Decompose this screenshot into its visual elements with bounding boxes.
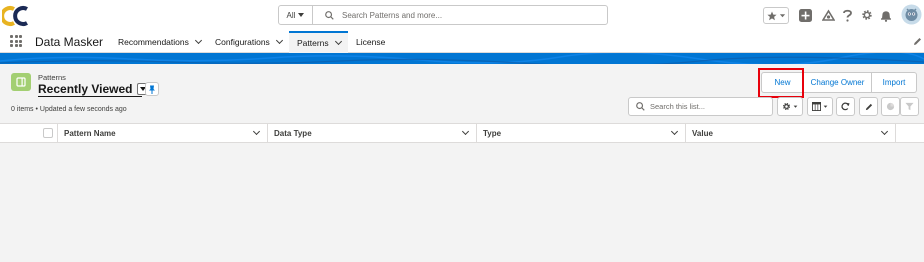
list-view-name: Recently Viewed — [38, 82, 133, 96]
notifications-button[interactable] — [879, 7, 892, 23]
pin-icon — [149, 85, 155, 94]
user-avatar[interactable] — [901, 4, 922, 25]
chevron-down-icon[interactable] — [461, 127, 470, 136]
setup-button[interactable] — [860, 7, 873, 23]
table-header: Pattern Name Data Type Type Value — [0, 123, 924, 143]
global-search-input[interactable]: Search Patterns and more... — [342, 11, 442, 20]
list-actions: New Change Owner Import — [761, 72, 917, 93]
filter-button[interactable] — [900, 97, 919, 116]
search-icon — [636, 102, 645, 111]
display-as-button[interactable] — [807, 97, 833, 116]
refresh-button[interactable] — [836, 97, 855, 116]
charts-button[interactable] — [881, 97, 900, 116]
row-number-header — [0, 124, 37, 143]
trailhead-icon — [821, 8, 835, 21]
chevron-down-icon[interactable] — [670, 127, 679, 136]
favorites-button[interactable] — [763, 7, 789, 24]
column-label: Value — [692, 129, 713, 138]
global-actions-button[interactable] — [798, 7, 812, 23]
new-button[interactable]: New — [761, 72, 804, 93]
nav-item-label: Patterns — [297, 38, 329, 48]
chevron-down-icon — [823, 105, 828, 108]
column-label: Type — [483, 129, 502, 138]
brand-band — [0, 53, 924, 64]
help-button[interactable] — [841, 7, 853, 23]
list-search-placeholder: Search this list... — [650, 102, 706, 111]
list-search-input[interactable]: Search this list... — [628, 97, 773, 116]
object-label: Patterns — [38, 73, 66, 82]
plus-icon — [798, 8, 812, 22]
trailhead-button[interactable] — [821, 7, 835, 23]
list-settings-button[interactable] — [777, 97, 803, 116]
column-label: Data Type — [274, 129, 312, 138]
nav-item-label: Recommendations — [118, 37, 189, 47]
global-search[interactable]: All Search Patterns and more... — [278, 5, 608, 25]
chevron-down-icon[interactable] — [194, 36, 202, 45]
nav-item-recommendations[interactable]: Recommendations — [118, 31, 202, 53]
pattern-object-icon — [11, 73, 31, 91]
star-icon — [766, 11, 777, 20]
gear-icon — [782, 102, 791, 111]
edit-nav-icon[interactable] — [913, 37, 922, 46]
refresh-icon — [841, 102, 850, 111]
inline-edit-button[interactable] — [859, 97, 878, 116]
pencil-icon — [865, 103, 872, 110]
avatar-icon — [901, 4, 922, 25]
search-icon — [325, 10, 334, 20]
chevron-down-icon[interactable] — [334, 37, 342, 46]
bell-icon — [880, 10, 891, 22]
nav-item-patterns[interactable]: Patterns — [289, 31, 348, 53]
chevron-down-icon[interactable] — [880, 127, 889, 136]
column-header-value[interactable]: Value — [686, 124, 896, 143]
gear-icon — [861, 10, 872, 20]
column-header-pattern-name[interactable]: Pattern Name — [57, 124, 268, 143]
title-underline — [38, 96, 142, 97]
brand-band-pattern — [0, 53, 924, 64]
nav-item-label: License — [356, 37, 386, 47]
change-owner-button[interactable]: Change Owner — [804, 72, 872, 93]
caret-down-icon — [298, 13, 305, 17]
nav-item-label: Configurations — [215, 37, 270, 47]
import-button[interactable]: Import — [872, 72, 917, 93]
filter-icon — [905, 102, 914, 111]
nav-item-configurations[interactable]: Configurations — [215, 31, 283, 53]
search-scope-dropdown[interactable]: All — [279, 6, 313, 24]
chart-icon — [886, 102, 895, 111]
list-view-header: Patterns Recently Viewed 0 items • Updat… — [0, 64, 924, 122]
table-body-empty — [0, 143, 924, 262]
global-header: All Search Patterns and more... — [0, 0, 924, 31]
pin-list-view-button[interactable] — [145, 82, 159, 96]
search-scope-label: All — [286, 10, 296, 20]
help-icon — [842, 9, 852, 22]
column-label: Pattern Name — [64, 129, 116, 138]
app-name: Data Masker — [35, 35, 104, 49]
column-header-data-type[interactable]: Data Type — [268, 124, 477, 143]
column-header-type[interactable]: Type — [477, 124, 686, 143]
list-view-selector[interactable]: Recently Viewed — [38, 82, 149, 96]
chevron-down-icon — [779, 14, 785, 18]
app-logo — [2, 6, 28, 26]
table-icon — [812, 102, 821, 111]
select-all-checkbox[interactable] — [43, 128, 53, 138]
app-launcher-icon[interactable] — [10, 35, 22, 47]
chevron-down-icon — [793, 105, 798, 108]
list-view-panel: Patterns Recently Viewed 0 items • Updat… — [0, 64, 924, 262]
chevron-down-icon[interactable] — [275, 36, 283, 45]
chevron-down-icon[interactable] — [252, 127, 261, 136]
nav-item-license[interactable]: License — [356, 31, 385, 53]
list-meta-status: 0 items • Updated a few seconds ago — [11, 106, 127, 113]
app-navigation: Data Masker Recommendations Configuratio… — [0, 31, 924, 53]
